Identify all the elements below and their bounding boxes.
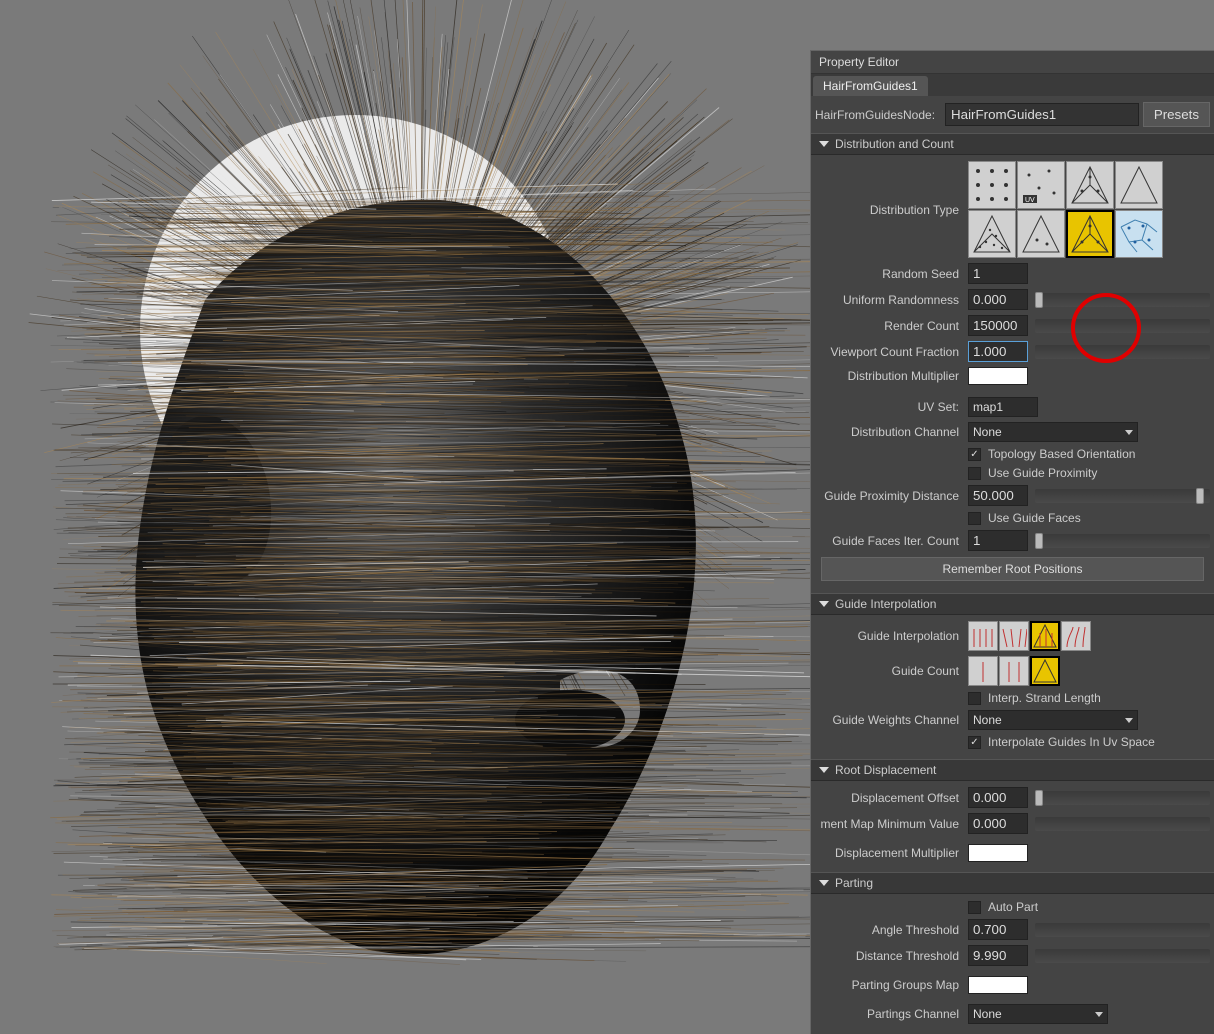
- chevron-down-icon: [1095, 1012, 1103, 1017]
- node-name-input[interactable]: [945, 103, 1139, 126]
- dist-type-random-uv[interactable]: UV: [1017, 161, 1065, 209]
- interp-opt-1[interactable]: [968, 621, 998, 651]
- distribution-multiplier-swatch[interactable]: [968, 367, 1028, 385]
- partings-channel-dropdown[interactable]: None: [968, 1004, 1108, 1024]
- disp-min-slider[interactable]: [1035, 817, 1210, 831]
- render-count-slider[interactable]: [1035, 319, 1210, 333]
- gcount-1[interactable]: [968, 656, 998, 686]
- guide-weights-channel-dropdown[interactable]: None: [968, 710, 1138, 730]
- dist-type-tri2[interactable]: [1115, 161, 1163, 209]
- viewport-fraction-slider[interactable]: [1035, 345, 1210, 359]
- dist-type-tri1[interactable]: [1066, 161, 1114, 209]
- section-guide-interpolation[interactable]: Guide Interpolation: [811, 593, 1214, 615]
- chevron-down-icon: [1125, 718, 1133, 723]
- guide-faces-iter-input[interactable]: [968, 530, 1028, 551]
- uniform-randomness-input[interactable]: [968, 289, 1028, 310]
- interp-opt-4[interactable]: [1061, 621, 1091, 651]
- tab-bar: HairFromGuides1: [811, 74, 1214, 96]
- dist-type-voronoi[interactable]: [1115, 210, 1163, 258]
- distance-threshold-slider[interactable]: [1035, 949, 1210, 963]
- guide-interpolation-grid: [968, 621, 1091, 651]
- collapse-icon: [819, 767, 829, 773]
- parting-groups-map-swatch[interactable]: [968, 976, 1028, 994]
- topology-based-checkbox[interactable]: ✓: [968, 448, 981, 461]
- guide-proximity-slider[interactable]: [1035, 489, 1210, 503]
- panel-title: Property Editor: [811, 51, 1214, 74]
- node-label: HairFromGuidesNode:: [815, 108, 941, 122]
- remember-root-positions-button[interactable]: Remember Root Positions: [821, 557, 1204, 581]
- property-editor-panel: Property Editor HairFromGuides1 HairFrom…: [810, 50, 1214, 1034]
- node-row: HairFromGuidesNode: Presets: [811, 96, 1214, 133]
- gcount-2[interactable]: [999, 656, 1029, 686]
- dist-type-dense-tri[interactable]: [968, 210, 1016, 258]
- angle-threshold-slider[interactable]: [1035, 923, 1210, 937]
- guide-count-grid: [968, 656, 1060, 686]
- chevron-down-icon: [1125, 430, 1133, 435]
- interp-strand-length-checkbox[interactable]: [968, 692, 981, 705]
- distance-threshold-input[interactable]: [968, 945, 1028, 966]
- uniform-randomness-slider[interactable]: [1035, 293, 1210, 307]
- use-guide-faces-checkbox[interactable]: [968, 512, 981, 525]
- section-root-displacement[interactable]: Root Displacement: [811, 759, 1214, 781]
- interp-opt-3-selected[interactable]: [1030, 621, 1060, 651]
- disp-min-value-input[interactable]: [968, 813, 1028, 834]
- collapse-icon: [819, 880, 829, 886]
- auto-part-checkbox[interactable]: [968, 901, 981, 914]
- section-distribution[interactable]: Distribution and Count: [811, 133, 1214, 155]
- displacement-offset-input[interactable]: [968, 787, 1028, 808]
- distribution-type-grid: UV: [968, 161, 1173, 258]
- displacement-offset-slider[interactable]: [1035, 791, 1210, 805]
- interp-opt-2[interactable]: [999, 621, 1029, 651]
- angle-threshold-input[interactable]: [968, 919, 1028, 940]
- use-guide-proximity-checkbox[interactable]: [968, 467, 981, 480]
- interpolate-uv-checkbox[interactable]: ✓: [968, 736, 981, 749]
- collapse-icon: [819, 141, 829, 147]
- section-parting[interactable]: Parting: [811, 872, 1214, 894]
- guide-faces-iter-slider[interactable]: [1035, 534, 1210, 548]
- tab-hairfromguides[interactable]: HairFromGuides1: [813, 76, 928, 96]
- guide-proximity-input[interactable]: [968, 485, 1028, 506]
- viewport-3d[interactable]: [0, 0, 810, 1034]
- displacement-multiplier-swatch[interactable]: [968, 844, 1028, 862]
- presets-button[interactable]: Presets: [1143, 102, 1210, 127]
- collapse-icon: [819, 601, 829, 607]
- distribution-channel-dropdown[interactable]: None: [968, 422, 1138, 442]
- random-seed-input[interactable]: [968, 263, 1028, 284]
- uvset-dropdown[interactable]: map1: [968, 397, 1038, 417]
- dist-type-selected[interactable]: [1066, 210, 1114, 258]
- render-count-input[interactable]: [968, 315, 1028, 336]
- dist-type-even[interactable]: [968, 161, 1016, 209]
- svg-text:UV: UV: [1025, 197, 1035, 204]
- viewport-fraction-input[interactable]: [968, 341, 1028, 362]
- gcount-3-selected[interactable]: [1030, 656, 1060, 686]
- dist-type-sparse-tri[interactable]: [1017, 210, 1065, 258]
